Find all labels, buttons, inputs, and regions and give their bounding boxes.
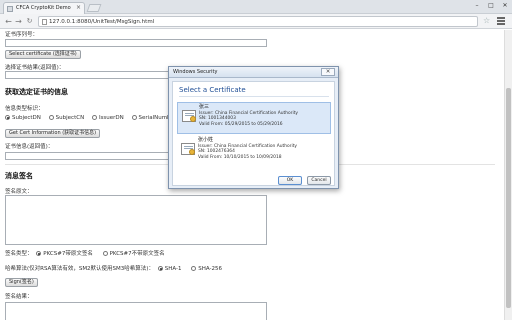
- window-close-button[interactable]: ✕: [498, 1, 512, 11]
- bookmark-star-icon[interactable]: ☆: [483, 16, 490, 25]
- get-info-heading: 获取选定证书的信息: [5, 88, 68, 96]
- certificate-validity: Valid From: 10/10/2015 to 10/09/2018: [198, 154, 282, 160]
- dialog-divider: [179, 96, 329, 97]
- sign-type-row: 签名类型： PKCS#7带原文签名 PKCS#7不带原文签名: [5, 249, 165, 257]
- sign-heading: 消息签名: [5, 172, 33, 180]
- window-minimize-button[interactable]: –: [470, 1, 484, 11]
- hash-sha1[interactable]: SHA-1: [157, 266, 181, 272]
- radio-icon[interactable]: [191, 266, 197, 271]
- page-favicon-icon: [7, 6, 13, 12]
- tab-title: CFCA CryptoKit Demo: [16, 5, 71, 11]
- radio-icon[interactable]: [91, 115, 97, 120]
- select-result-label: 选择证书结果(返回值)：: [5, 65, 65, 71]
- sign-type-label: 签名类型：: [5, 251, 33, 257]
- radio-icon[interactable]: [131, 115, 137, 120]
- dialog-title-bar: Windows Security ✕: [169, 67, 338, 78]
- info-type-issuerdn[interactable]: IssuerDN: [91, 115, 124, 121]
- radio-icon[interactable]: [102, 251, 108, 256]
- seal-icon: [189, 149, 195, 155]
- seal-icon: [190, 116, 196, 122]
- browser-tab[interactable]: CFCA CryptoKit Demo ×: [3, 2, 85, 14]
- radio-icon[interactable]: [157, 266, 163, 271]
- sign-button[interactable]: Sign(签名): [5, 278, 38, 287]
- ok-button[interactable]: OK: [278, 176, 302, 185]
- menu-icon[interactable]: [497, 17, 505, 26]
- sn-input[interactable]: [5, 39, 267, 47]
- browser-title-bar: CFCA CryptoKit Demo × – □ ✕: [0, 0, 512, 14]
- page-icon: [42, 19, 47, 25]
- certificate-icon: [182, 110, 196, 122]
- forward-arrow-icon[interactable]: →: [13, 16, 24, 27]
- sign-source-textarea[interactable]: [5, 195, 267, 245]
- radio-icon[interactable]: [48, 115, 54, 120]
- sign-result-textarea[interactable]: [5, 302, 267, 320]
- dialog-footer: OK Cancel: [172, 174, 335, 188]
- info-type-label: 信息类型标识：: [5, 106, 44, 112]
- dialog-close-button[interactable]: ✕: [321, 68, 335, 76]
- browser-toolbar: ← → ↻ 127.0.0.1:8080/UnitTest/MsgSign.ht…: [0, 14, 512, 29]
- cert-info-label: 证书信息(返回值)：: [5, 144, 54, 150]
- windows-security-dialog: Windows Security ✕ Select a Certificate …: [168, 66, 339, 189]
- new-tab-button[interactable]: [86, 4, 102, 12]
- sign-result-label: 签名结果：: [5, 294, 33, 300]
- sn-label: 证书序列号：: [5, 32, 39, 38]
- hash-row: 哈希算法(仅对RSA算法有效，SM2默认使用SM3哈希算法)： SHA-1 SH…: [5, 264, 222, 272]
- sign-source-label: 签名原文：: [5, 189, 33, 195]
- hash-sha256[interactable]: SHA-256: [191, 266, 222, 272]
- cancel-button[interactable]: Cancel: [307, 176, 331, 185]
- window-maximize-button[interactable]: □: [484, 1, 498, 11]
- info-type-subjectcn[interactable]: SubjectCN: [48, 115, 84, 121]
- dialog-window-title: Windows Security: [173, 69, 218, 75]
- dialog-heading: Select a Certificate: [179, 86, 246, 94]
- certificate-item[interactable]: 张三 Issuer: China Financial Certification…: [177, 102, 331, 134]
- info-type-radio-group: SubjectDN SubjectCN IssuerDN SerialNumbe: [5, 115, 174, 121]
- hash-label: 哈希算法(仅对RSA算法有效，SM2默认使用SM3哈希算法)：: [5, 266, 154, 272]
- select-certificate-button[interactable]: Select certificate (选择证书): [5, 50, 81, 59]
- address-bar[interactable]: 127.0.0.1:8080/UnitTest/MsgSign.html: [38, 16, 478, 27]
- get-cert-info-button[interactable]: Get Cert Information (获取证书信息): [5, 129, 101, 138]
- sign-type-detached[interactable]: PKCS#7不带原文签名: [102, 251, 165, 257]
- radio-icon[interactable]: [5, 115, 10, 120]
- tab-close-icon[interactable]: ×: [76, 4, 81, 11]
- info-type-subjectdn[interactable]: SubjectDN: [5, 115, 41, 121]
- radio-icon[interactable]: [36, 251, 42, 256]
- scrollbar-thumb[interactable]: [506, 88, 511, 308]
- address-text: 127.0.0.1:8080/UnitTest/MsgSign.html: [49, 19, 155, 25]
- dialog-body: Select a Certificate 张三 Issuer: China Fi…: [172, 81, 335, 186]
- certificate-icon: [181, 143, 195, 155]
- certificate-item[interactable]: 张小姓 Issuer: China Financial Certificatio…: [177, 136, 331, 168]
- certificate-validity: Valid From: 05/29/2015 to 05/29/2016: [199, 121, 283, 127]
- reload-icon[interactable]: ↻: [24, 16, 35, 27]
- sign-type-attached[interactable]: PKCS#7带原文签名: [36, 251, 93, 257]
